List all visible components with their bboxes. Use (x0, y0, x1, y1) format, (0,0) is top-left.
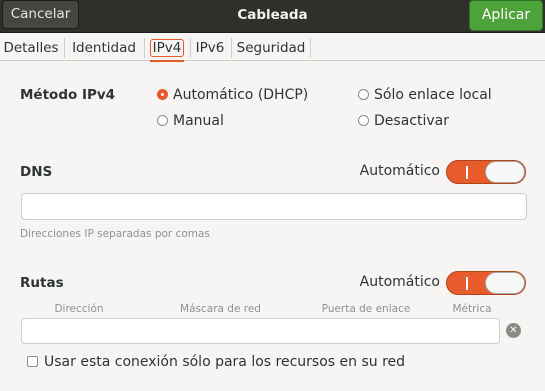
radio-label: Manual (173, 113, 224, 129)
checkbox-icon (27, 356, 38, 367)
col-header-netmask: Máscara de red (180, 303, 261, 315)
route-metric-input[interactable] (445, 318, 500, 344)
col-header-metric: Métrica (452, 303, 492, 315)
checkbox-label: Usar esta conexión sólo para los recurso… (44, 354, 406, 370)
routes-auto-label: Automático (359, 274, 440, 290)
col-header-gateway: Puerta de enlace (321, 303, 411, 315)
tab-separator (310, 38, 311, 58)
header-bar: Cancelar Cableada Aplicar (0, 0, 545, 33)
routes-label: Rutas (20, 275, 64, 291)
dns-auto-label: Automático (359, 163, 440, 179)
switch-on-icon (466, 277, 468, 290)
radio-manual[interactable]: Manual (157, 112, 224, 130)
route-address-input[interactable] (21, 318, 162, 344)
col-header-address: Dirección (54, 303, 104, 315)
radio-link-local[interactable]: Sólo enlace local (358, 86, 492, 104)
radio-unchecked-icon (358, 89, 369, 100)
radio-automatic-dhcp[interactable]: Automático (DHCP) (157, 86, 308, 104)
clear-icon[interactable]: ✕ (506, 323, 521, 338)
tab-separator (231, 38, 232, 58)
switch-knob (485, 161, 525, 183)
apply-button[interactable]: Aplicar (469, 0, 543, 31)
tab-separator (64, 38, 65, 58)
routes-auto-switch[interactable] (446, 271, 526, 295)
radio-label: Automático (DHCP) (173, 87, 309, 103)
tab-detalles[interactable]: Detalles (2, 37, 60, 59)
radio-unchecked-icon (358, 115, 369, 126)
radio-label: Sólo enlace local (374, 87, 492, 103)
switch-knob (485, 272, 525, 294)
radio-checked-icon (157, 89, 168, 100)
method-label: Método IPv4 (20, 87, 116, 103)
tab-bar: Detalles Identidad IPv4 IPv6 Seguridad (0, 35, 545, 62)
route-gateway-input[interactable] (303, 318, 446, 344)
switch-on-icon (466, 166, 468, 179)
dns-label: DNS (20, 164, 53, 180)
tab-identidad[interactable]: Identidad (68, 37, 140, 59)
tab-ipv6[interactable]: IPv6 (193, 37, 227, 59)
route-netmask-input[interactable] (161, 318, 304, 344)
dns-hint: Direcciones IP separadas por comas (20, 228, 210, 240)
radio-unchecked-icon (157, 115, 168, 126)
dialog-title: Cableada (237, 7, 308, 23)
dns-auto-switch[interactable] (446, 160, 526, 184)
tab-separator (190, 38, 191, 58)
radio-disable[interactable]: Desactivar (358, 112, 449, 130)
only-local-resources-checkbox[interactable]: Usar esta conexión sólo para los recurso… (27, 352, 405, 372)
tab-seguridad[interactable]: Seguridad (234, 37, 308, 59)
tab-ipv4[interactable]: IPv4 (148, 37, 186, 62)
dns-input[interactable] (21, 193, 527, 220)
radio-label: Desactivar (374, 113, 449, 129)
tab-separator (144, 38, 145, 58)
